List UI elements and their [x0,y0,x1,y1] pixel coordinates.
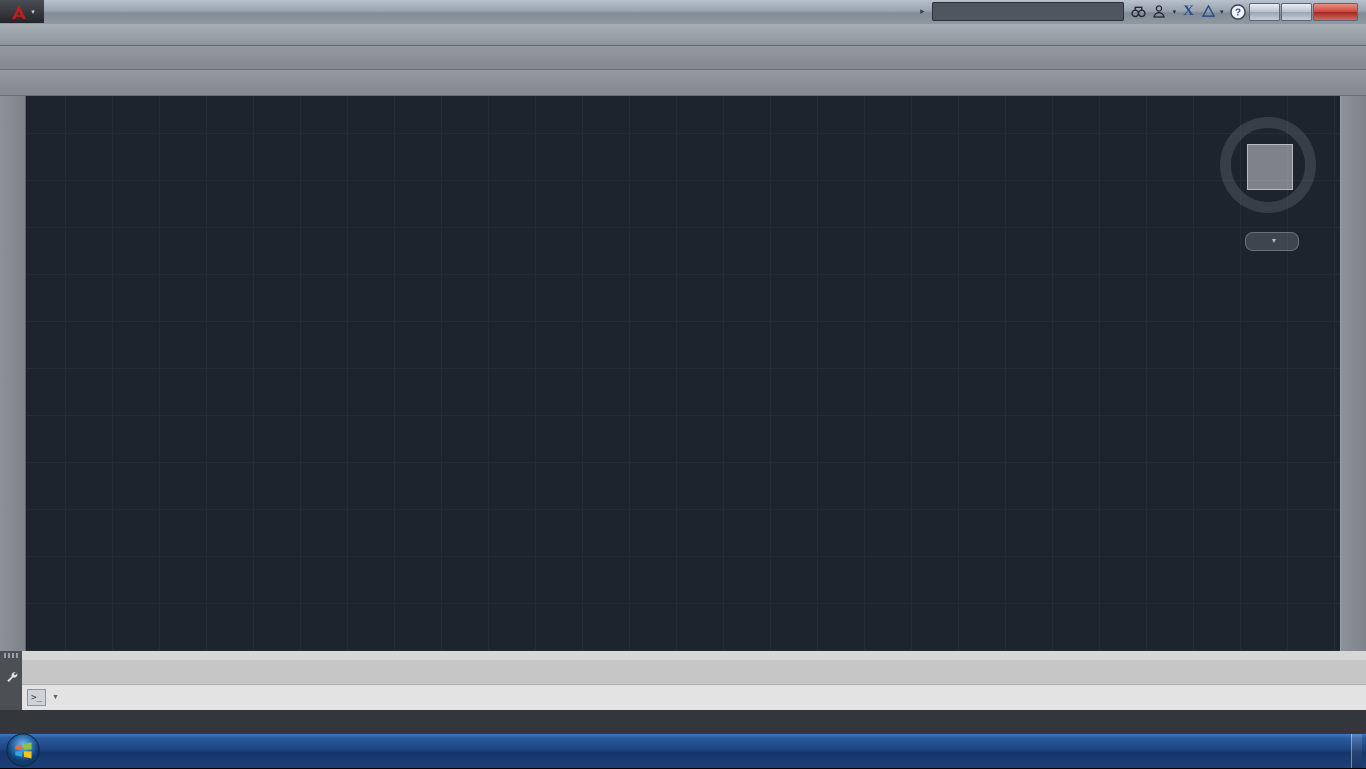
command-history-line [22,660,1366,685]
exchange-apps-icon[interactable]: X [1183,3,1194,20]
close-button[interactable] [1313,3,1358,21]
autocad-logo-icon [9,3,29,21]
application-menu-button[interactable]: ▾ [0,0,44,23]
user-icon [1153,5,1165,18]
restore-button[interactable] [1281,3,1312,21]
app-menu-caret-icon: ▾ [31,8,35,16]
infocenter: ▸ ▾ X ▾ ? ▾ [920,2,1254,21]
modify-toolbar [1340,96,1366,651]
infocenter-expand-icon[interactable]: ▸ [920,6,925,17]
command-window: >_ ▼ [0,651,1366,710]
layout-tab-bar [0,710,1366,734]
show-desktop-button[interactable] [1351,734,1362,768]
title-bar: ▾ ▸ ▾ X ▾ ? ▾ [0,0,1366,25]
a360-caret-icon[interactable]: ▾ [1220,8,1224,16]
command-input-row[interactable]: >_ ▼ [22,685,1366,710]
viewcube-wcs-menu[interactable]: ▼ [1245,232,1299,251]
sign-in-caret-icon[interactable]: ▾ [1173,8,1177,16]
drawing-canvas[interactable]: ▼ [26,96,1340,651]
infocenter-search-input[interactable] [932,2,1124,21]
system-tray [1315,734,1366,768]
wcs-caret-icon: ▼ [1271,238,1278,245]
windows-taskbar [0,734,1366,768]
properties-toolbar-row [0,70,1366,96]
drawing-content [26,96,1340,651]
standard-toolbar-row [0,46,1366,70]
command-window-controls [0,651,22,710]
autodesk360-icon[interactable]: ▾ [1201,5,1224,18]
minimize-button[interactable] [1249,3,1280,21]
command-chip-icon[interactable]: >_ [27,689,46,706]
draw-toolbar [0,96,26,651]
command-recent-caret-icon[interactable]: ▼ [52,694,59,701]
search-binoculars-icon[interactable] [1131,5,1146,18]
svg-text:?: ? [1235,7,1241,18]
command-grip[interactable] [4,653,18,658]
window-controls [1249,3,1358,21]
status-bar [1362,710,1366,734]
viewcube-top-face[interactable] [1247,144,1293,190]
menu-bar [0,24,1366,46]
command-wrench-icon[interactable] [5,670,18,683]
start-button[interactable] [4,731,42,769]
sign-in-button[interactable]: ▾ [1153,5,1177,18]
